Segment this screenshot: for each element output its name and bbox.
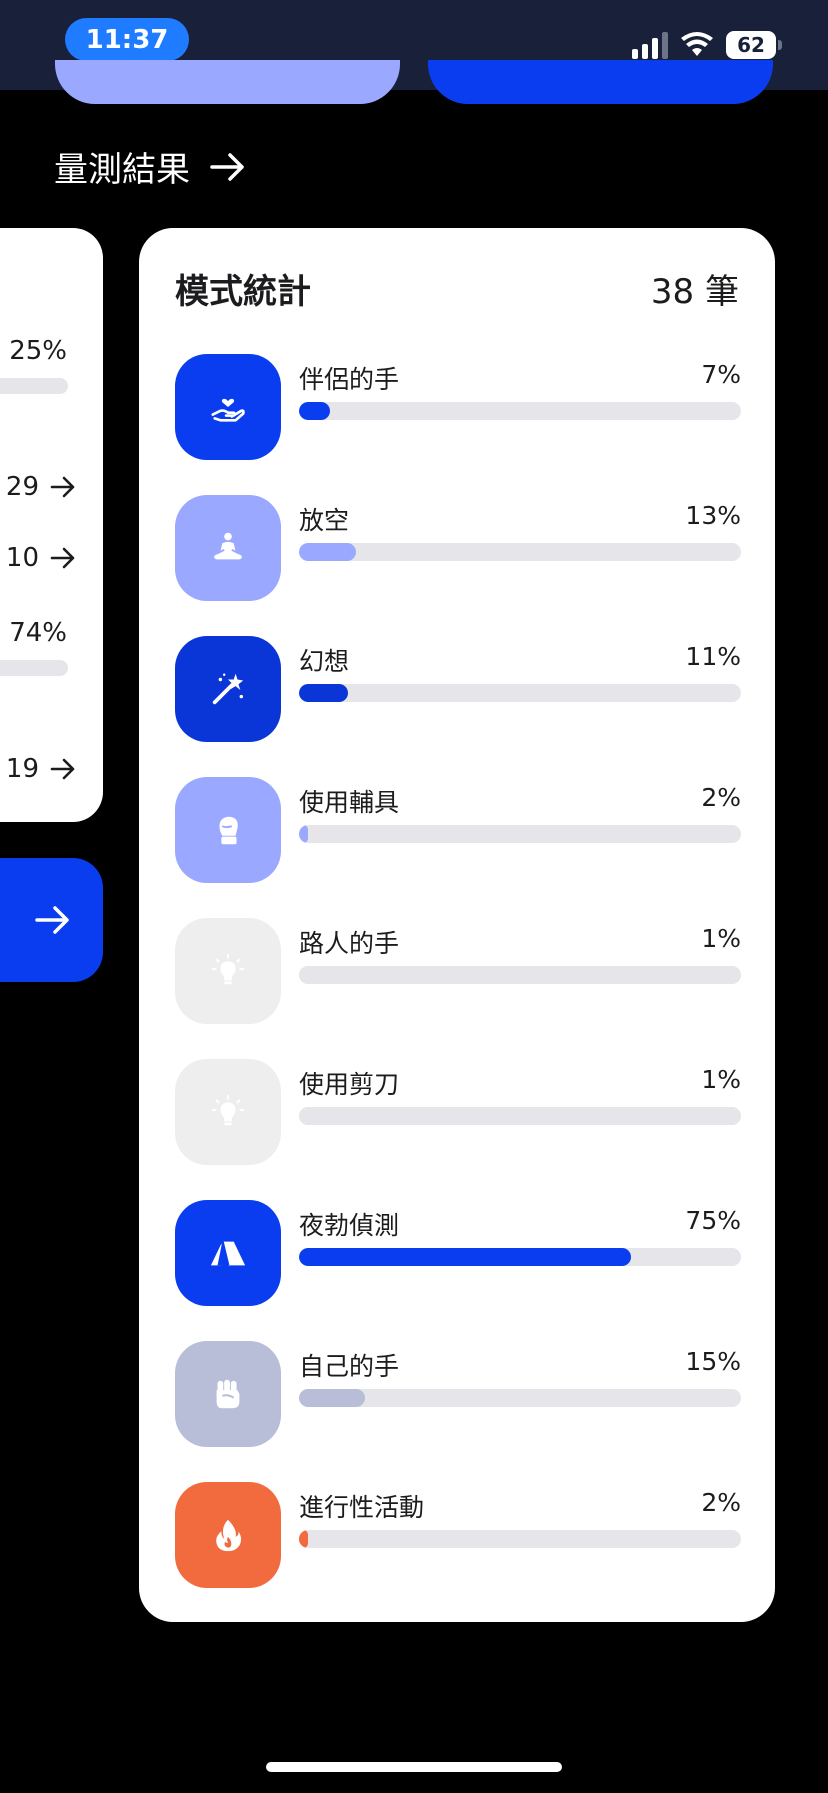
top-card-left[interactable] bbox=[55, 60, 400, 104]
progress-fill bbox=[299, 402, 330, 420]
arrow-right-icon bbox=[210, 152, 244, 181]
left-link-value: 29 bbox=[5, 472, 39, 502]
mode-percent: 13% bbox=[685, 501, 741, 530]
progress-fill bbox=[299, 825, 308, 843]
battery-indicator: 62 bbox=[726, 31, 782, 59]
arrow-right-icon bbox=[35, 906, 69, 934]
tent-icon bbox=[175, 1200, 281, 1306]
flame-icon bbox=[175, 1482, 281, 1588]
mode-percent: 2% bbox=[701, 783, 741, 812]
lightbulb-icon bbox=[175, 1059, 281, 1165]
left-partial-card[interactable]: 25% 29 10 74% 19 bbox=[0, 228, 103, 822]
record-count: 38 筆 bbox=[650, 272, 739, 312]
left-stat-value: 25% bbox=[9, 336, 67, 366]
card-header: 模式統計 38 筆 bbox=[175, 264, 739, 313]
left-link-value: 10 bbox=[5, 543, 39, 573]
mode-percent: 7% bbox=[701, 360, 741, 389]
mode-statistics-card[interactable]: 模式統計 38 筆 伴侶的手 7% 放空 13% 幻想 11% 使用輔具 2% 路人的手 1% 使用… bbox=[139, 228, 775, 1622]
progress-track bbox=[299, 1389, 741, 1407]
mode-label: 進行性活動 bbox=[299, 1493, 425, 1522]
meditation-icon bbox=[175, 495, 281, 601]
progress-track bbox=[299, 1107, 741, 1125]
status-icons: 62 bbox=[632, 28, 782, 62]
progress-track bbox=[299, 402, 741, 420]
card-title: 模式統計 bbox=[175, 272, 311, 312]
mode-stat-row[interactable]: 伴侶的手 7% bbox=[175, 354, 741, 460]
mode-label: 使用剪刀 bbox=[299, 1070, 400, 1099]
mode-stat-row[interactable]: 路人的手 1% bbox=[175, 918, 741, 1024]
mode-label: 幻想 bbox=[299, 647, 350, 676]
mode-percent: 15% bbox=[685, 1347, 741, 1376]
left-link-row[interactable]: 19 bbox=[6, 754, 77, 784]
status-time[interactable]: 11:37 bbox=[65, 18, 189, 61]
mode-stat-row[interactable]: 使用剪刀 1% bbox=[175, 1059, 741, 1165]
progress-track bbox=[299, 1248, 741, 1266]
left-progress-track bbox=[0, 378, 68, 394]
mode-label: 自己的手 bbox=[299, 1352, 400, 1381]
left-link-row[interactable]: 29 bbox=[6, 472, 77, 502]
progress-fill bbox=[299, 1107, 304, 1125]
left-stat-percent: 74% bbox=[9, 618, 67, 648]
left-link-value: 19 bbox=[5, 754, 39, 784]
progress-fill bbox=[299, 684, 348, 702]
progress-track bbox=[299, 966, 741, 984]
section-header[interactable]: 量測結果 bbox=[54, 142, 248, 191]
mode-stat-row[interactable]: 放空 13% bbox=[175, 495, 741, 601]
mode-label: 夜勃偵測 bbox=[299, 1211, 400, 1240]
mode-percent: 1% bbox=[701, 1065, 741, 1094]
magic-wand-icon bbox=[175, 636, 281, 742]
mode-stat-row[interactable]: 進行性活動 2% bbox=[175, 1482, 741, 1588]
cellular-signal-icon bbox=[632, 31, 668, 59]
hand-heart-icon bbox=[175, 354, 281, 460]
left-link-row[interactable]: 10 bbox=[6, 543, 77, 573]
mode-stat-row[interactable]: 夜勃偵測 75% bbox=[175, 1200, 741, 1306]
left-action-button[interactable] bbox=[0, 858, 103, 982]
progress-fill bbox=[299, 1389, 366, 1407]
mode-percent: 1% bbox=[701, 924, 741, 953]
progress-track bbox=[299, 1530, 741, 1548]
wifi-icon bbox=[681, 32, 713, 56]
progress-fill bbox=[299, 543, 357, 561]
arrow-right-icon bbox=[50, 547, 75, 569]
progress-track bbox=[299, 543, 741, 561]
mode-percent: 2% bbox=[701, 1488, 741, 1517]
mode-label: 放空 bbox=[299, 506, 350, 535]
mode-stat-row[interactable]: 使用輔具 2% bbox=[175, 777, 741, 883]
mode-percent: 75% bbox=[685, 1206, 741, 1235]
mode-stat-row[interactable]: 幻想 11% bbox=[175, 636, 741, 742]
progress-fill bbox=[299, 1248, 631, 1266]
home-indicator[interactable] bbox=[266, 1762, 562, 1772]
left-stat-percent: 25% bbox=[9, 336, 67, 366]
mode-label: 使用輔具 bbox=[299, 788, 400, 817]
screen: 11:37 62 量測結果 25% 29 10 74% 19 模式統計 38 筆… bbox=[0, 0, 828, 1793]
mode-stat-row[interactable]: 自己的手 15% bbox=[175, 1341, 741, 1447]
mode-label: 路人的手 bbox=[299, 929, 400, 958]
progress-track bbox=[299, 684, 741, 702]
mode-label: 伴侶的手 bbox=[299, 365, 400, 394]
progress-track bbox=[299, 825, 741, 843]
arrow-right-icon bbox=[50, 758, 75, 780]
lightbulb-icon bbox=[175, 918, 281, 1024]
section-title: 量測結果 bbox=[54, 150, 190, 190]
mode-percent: 11% bbox=[685, 642, 741, 671]
fist-icon bbox=[175, 1341, 281, 1447]
left-stat-value: 74% bbox=[9, 618, 67, 648]
progress-fill bbox=[299, 1530, 308, 1548]
progress-fill bbox=[299, 966, 304, 984]
top-card-right[interactable] bbox=[428, 60, 773, 104]
arrow-right-icon bbox=[50, 476, 75, 498]
left-progress-track bbox=[0, 660, 68, 676]
boxing-glove-icon bbox=[175, 777, 281, 883]
